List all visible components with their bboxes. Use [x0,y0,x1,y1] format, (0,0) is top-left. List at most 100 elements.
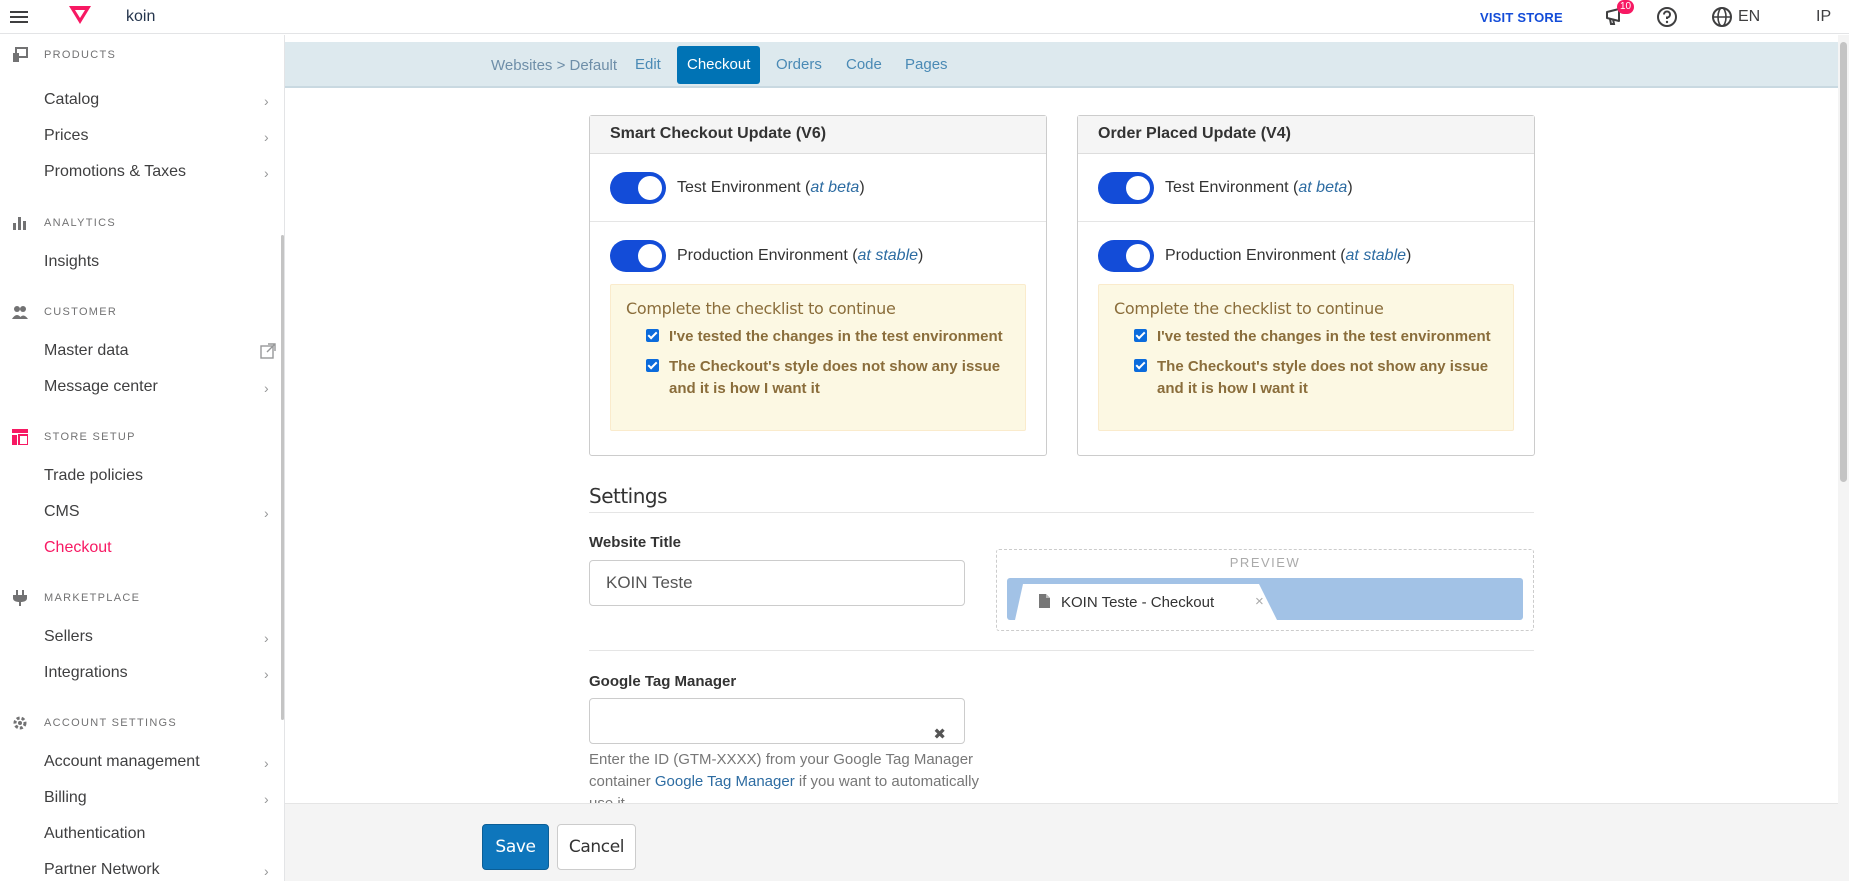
marketplace-icon [13,590,27,606]
main-scrollbar-thumb[interactable] [1840,42,1847,482]
sidebar-item-integrations[interactable]: Integrations › [44,658,272,688]
preview-browser-tab: KOIN Teste - Checkout × [1015,584,1277,620]
tab-edit[interactable]: Edit [625,46,671,84]
production-environment-toggle[interactable] [1098,240,1154,272]
user-avatar[interactable]: IP [1816,8,1831,26]
language-label: EN [1738,8,1761,25]
help-icon[interactable] [1656,6,1678,28]
tab-code[interactable]: Code [836,46,892,84]
tested-checkbox[interactable] [1134,329,1147,342]
checklist-title: Complete the checklist to continue [1114,299,1384,318]
chevron-right-icon: › [264,165,269,181]
external-link-icon [260,343,276,359]
gtm-input[interactable]: ✖ [589,698,965,744]
sidebar-item-account-management[interactable]: Account management › [44,747,272,777]
preview-browser-bar: KOIN Teste - Checkout × [1007,578,1523,620]
sidebar-item-label: Billing [44,789,87,806]
tab-checkout[interactable]: Checkout [677,46,761,84]
style-checkbox[interactable] [646,359,659,372]
version-tag: at stable [1345,247,1407,264]
test-environment-toggle[interactable] [1098,171,1154,204]
sidebar: PRODUCTS Catalog › Prices › Promotions & T… [0,35,285,881]
sidebar-item-sellers[interactable]: Sellers › [44,622,272,652]
sidebar-item-prices[interactable]: Prices › [44,121,272,151]
products-icon [13,47,28,62]
breadcrumb[interactable]: Websites > Default [491,57,617,74]
preview-label: PREVIEW [1229,555,1301,570]
vtex-logo-icon[interactable] [68,5,92,25]
order-placed-panel: Order Placed Update (V4) Test Environmen… [1077,115,1535,456]
label-text: Test Environment ( [1165,178,1299,196]
version-tag: at beta [1298,178,1348,196]
document-icon [1039,594,1050,608]
tab-pages[interactable]: Pages [895,46,958,84]
label-text: ) [1406,247,1412,264]
sidebar-item-master-data[interactable]: Master data [44,336,276,366]
tab-orders[interactable]: Orders [766,46,832,84]
sidebar-item-label: Checkout [44,539,112,556]
sidebar-item-label: Prices [44,127,89,144]
hamburger-menu-icon[interactable] [10,8,28,24]
checklist-item: I've tested the changes in the test envi… [626,326,1010,348]
visit-store-link[interactable]: VISIT STORE [1480,10,1563,25]
label-text: ) [918,247,924,264]
sidebar-item-message-center[interactable]: Message center › [44,372,272,402]
production-environment-row: Production Environment (at stable) [590,222,1046,290]
chevron-right-icon: › [264,863,269,879]
sidebar-item-label: Promotions & Taxes [44,163,186,180]
sidebar-scrollbar[interactable] [281,235,284,720]
cancel-button[interactable]: Cancel [557,824,636,870]
production-environment-label: Production Environment (at stable) [677,247,923,265]
sidebar-item-promotions-taxes[interactable]: Promotions & Taxes › [44,157,272,187]
sidebar-item-checkout[interactable]: Checkout [44,533,272,563]
checklist-title: Complete the checklist to continue [626,299,896,318]
version-tag: at beta [810,178,860,196]
save-button[interactable]: Save [482,824,549,870]
checklist-item: I've tested the changes in the test envi… [1114,326,1498,348]
sidebar-item-trade-policies[interactable]: Trade policies [44,461,272,491]
sidebar-item-partner-network[interactable]: Partner Network › [44,855,272,881]
sidebar-item-label: Authentication [44,825,146,842]
tested-checkbox[interactable] [646,329,659,342]
chevron-right-icon: › [264,755,269,771]
production-environment-label: Production Environment (at stable) [1165,247,1411,265]
account-name: koin [126,8,156,25]
website-title-input[interactable]: KOIN Teste [589,560,965,606]
style-checkbox[interactable] [1134,359,1147,372]
gtm-help-text: Enter the ID (GTM-XXXX) from your Google… [589,749,979,803]
label-text: ) [1347,178,1353,196]
test-environment-row: Test Environment (at beta) [590,154,1046,222]
sidebar-item-cms[interactable]: CMS › [44,497,272,527]
sidebar-item-authentication[interactable]: Authentication [44,819,272,849]
section-store-setup: STORE SETUP [12,429,136,445]
sidebar-item-label: Insights [44,253,100,270]
test-environment-toggle[interactable] [610,171,666,204]
sidebar-item-label: Integrations [44,664,128,681]
sidebar-item-label: Trade policies [44,467,144,484]
section-title: STORE SETUP [44,431,136,443]
sidebar-item-insights[interactable]: Insights [44,247,272,277]
chevron-right-icon: › [264,93,269,109]
sidebar-item-catalog[interactable]: Catalog › [44,85,272,115]
test-environment-row: Test Environment (at beta) [1078,154,1534,222]
checklist-item-label: I've tested the changes in the test envi… [1157,328,1491,345]
sidebar-item-billing[interactable]: Billing › [44,783,272,813]
gtm-help-link[interactable]: Google Tag Manager [655,773,795,790]
checklist-item: The Checkout's style does not show any i… [626,356,1010,400]
checklist-box: Complete the checklist to continue I've … [610,284,1026,431]
checklist-item-label: I've tested the changes in the test envi… [669,328,1003,345]
chevron-right-icon: › [264,791,269,807]
test-environment-label: Test Environment (at beta) [1165,179,1353,197]
sidebar-item-label: Sellers [44,628,93,645]
checklist-item-label: The Checkout's style does not show any i… [1157,358,1489,397]
tab-preview: PREVIEW KOIN Teste - Checkout × [996,549,1534,631]
language-selector[interactable]: EN [1711,6,1760,28]
version-tag: at stable [857,247,919,264]
close-icon: × [1255,593,1264,610]
production-environment-toggle[interactable] [610,240,666,272]
label-text: Production Environment ( [1165,247,1346,264]
store-setup-icon [12,429,28,445]
website-title-label: Website Title [589,534,681,551]
top-bar: koin VISIT STORE 10 EN IP [0,0,1849,34]
sidebar-item-label: Master data [44,342,129,359]
